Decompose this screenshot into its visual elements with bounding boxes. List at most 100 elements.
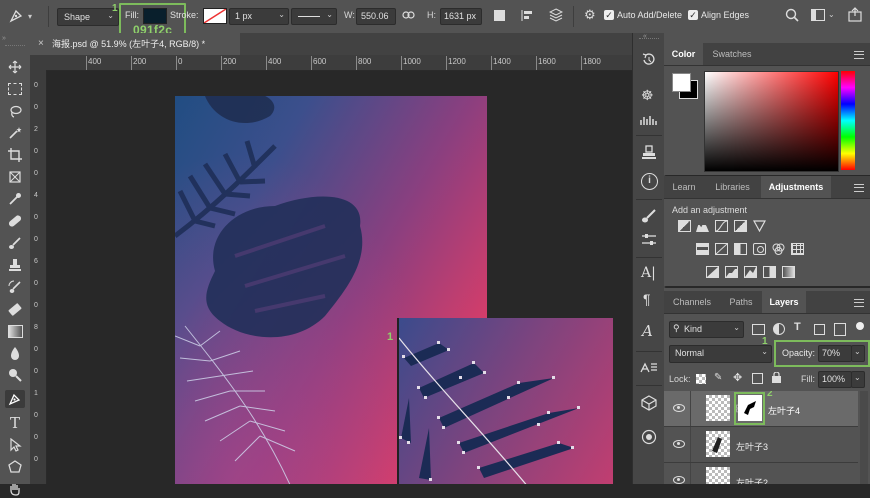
photo-filter-icon[interactable] xyxy=(753,243,766,255)
lock-image-pixels-icon[interactable]: ✎ xyxy=(714,372,722,383)
height-input[interactable]: 1631 px xyxy=(440,8,482,25)
blend-mode-select[interactable]: Normal ⌄ xyxy=(669,345,772,363)
posterize-icon[interactable] xyxy=(725,266,738,278)
tab-adjustments[interactable]: Adjustments xyxy=(761,176,831,198)
healing-brush-tool-icon[interactable] xyxy=(5,212,25,230)
gradient-tool-icon[interactable] xyxy=(5,322,25,340)
filter-shape-icon[interactable] xyxy=(814,324,825,335)
layer-filter-kind-select[interactable]: ⚲ Kind ⌄ xyxy=(669,321,744,338)
brush-settings-panel-icon[interactable] xyxy=(641,208,657,224)
tab-learn[interactable]: Learn xyxy=(664,176,704,198)
layer-row[interactable]: 左叶子2 xyxy=(664,463,858,484)
close-icon[interactable]: × xyxy=(38,33,44,55)
tab-layers[interactable]: Layers xyxy=(762,291,806,313)
pen-tool-icon[interactable] xyxy=(5,390,25,408)
color-balance-icon[interactable] xyxy=(715,243,728,255)
path-arrangement-icon[interactable] xyxy=(548,8,564,23)
levels-icon[interactable] xyxy=(696,222,709,232)
gradient-map-icon[interactable] xyxy=(782,266,795,278)
auto-add-delete-checkbox[interactable]: ✓ xyxy=(604,10,614,20)
filter-adjustment-icon[interactable] xyxy=(773,323,785,335)
color-lookup-icon[interactable] xyxy=(791,243,804,255)
materials-panel-icon[interactable] xyxy=(641,429,657,445)
panel-menu-icon[interactable] xyxy=(854,184,864,192)
link-icon[interactable] xyxy=(402,9,416,21)
panel-collapse-icon[interactable]: » xyxy=(2,35,6,42)
history-brush-tool-icon[interactable] xyxy=(5,278,25,296)
magic-wand-tool-icon[interactable] xyxy=(5,124,25,142)
pen-tool-icon[interactable] xyxy=(8,8,26,24)
tab-color[interactable]: Color xyxy=(664,43,703,65)
chevron-down-icon[interactable]: ⌄ xyxy=(828,10,835,19)
panel-menu-icon[interactable] xyxy=(854,299,864,307)
filter-smart-object-icon[interactable] xyxy=(834,323,846,336)
hand-tool-icon[interactable] xyxy=(5,480,25,498)
marquee-tool-icon[interactable] xyxy=(5,80,25,98)
info-panel-icon[interactable]: i xyxy=(641,173,658,190)
fill-opacity-input[interactable]: 100% xyxy=(818,371,852,388)
glyphs-panel-icon[interactable]: A xyxy=(642,322,653,340)
chevron-down-icon[interactable]: ▾ xyxy=(28,12,32,21)
exposure-icon[interactable] xyxy=(734,220,747,232)
black-white-icon[interactable] xyxy=(734,243,747,255)
lock-position-icon[interactable]: ✥ xyxy=(733,371,742,384)
clone-stamp-tool-icon[interactable] xyxy=(5,256,25,274)
tool-mode-select[interactable]: Shape ⌄ xyxy=(57,8,119,26)
align-edges-checkbox[interactable]: ✓ xyxy=(688,10,698,20)
tab-paths[interactable]: Paths xyxy=(721,291,761,313)
path-operations-icon[interactable] xyxy=(494,10,505,21)
clone-source-panel-icon[interactable] xyxy=(641,145,657,161)
libraries-panel-icon[interactable] xyxy=(640,361,658,373)
visibility-eye-icon[interactable] xyxy=(673,404,685,412)
brush-tool-icon[interactable] xyxy=(5,234,25,252)
curves-icon[interactable] xyxy=(715,220,728,232)
paragraph-panel-icon[interactable]: ¶ xyxy=(643,291,651,307)
lock-transparent-pixels-icon[interactable] xyxy=(696,374,706,384)
layer-row[interactable]: ⛓ 2 左叶子4 xyxy=(664,391,858,427)
lock-artboard-icon[interactable] xyxy=(752,373,763,384)
tab-swatches[interactable]: Swatches xyxy=(704,43,760,65)
document-tab[interactable]: × 海报.psd @ 51.9% (左叶子4, RGB/8) * xyxy=(30,33,240,55)
hue-saturation-icon[interactable] xyxy=(696,243,709,255)
path-alignment-icon[interactable] xyxy=(521,9,535,22)
vibrance-icon[interactable] xyxy=(753,220,766,232)
history-panel-icon[interactable] xyxy=(641,52,657,68)
opacity-dropdown-button[interactable]: ⌄ xyxy=(851,345,865,362)
filter-toggle-icon[interactable] xyxy=(856,322,864,330)
3d-panel-icon[interactable] xyxy=(641,395,657,411)
move-tool-icon[interactable] xyxy=(5,58,25,76)
visibility-eye-icon[interactable] xyxy=(673,440,685,448)
tab-channels[interactable]: Channels xyxy=(664,291,720,313)
opacity-input[interactable]: 70% xyxy=(818,345,852,362)
filter-pixel-icon[interactable] xyxy=(752,324,765,335)
frame-tool-icon[interactable] xyxy=(5,168,25,186)
color-spectrum-field[interactable] xyxy=(704,71,839,172)
actions-panel-icon[interactable]: ☸ xyxy=(641,87,654,104)
layer-row[interactable]: 左叶子3 xyxy=(664,427,858,463)
gear-icon[interactable]: ⚙ xyxy=(584,8,596,22)
fill-color-swatch[interactable] xyxy=(143,8,167,24)
eyedropper-tool-icon[interactable] xyxy=(5,190,25,208)
panel-menu-icon[interactable] xyxy=(854,51,864,59)
selective-color-icon[interactable] xyxy=(763,266,776,278)
filter-type-icon[interactable]: T xyxy=(794,321,801,333)
lasso-tool-icon[interactable] xyxy=(5,102,25,120)
properties-panel-icon[interactable] xyxy=(641,233,657,247)
brightness-contrast-icon[interactable] xyxy=(678,220,691,232)
crop-tool-icon[interactable] xyxy=(5,146,25,164)
stroke-width-select[interactable]: 1 px ⌄ xyxy=(229,8,289,25)
stroke-type-select[interactable]: ⌄ xyxy=(291,8,337,25)
layer-mask-thumbnail[interactable] xyxy=(738,395,762,421)
hue-slider[interactable] xyxy=(841,71,855,170)
eraser-tool-icon[interactable] xyxy=(5,300,25,318)
threshold-icon[interactable] xyxy=(744,266,757,278)
brushes-panel-icon[interactable] xyxy=(640,114,658,126)
path-selection-tool-icon[interactable] xyxy=(5,436,25,454)
visibility-eye-icon[interactable] xyxy=(673,476,685,484)
fill-dropdown-button[interactable]: ⌄ xyxy=(851,371,865,388)
dodge-tool-icon[interactable] xyxy=(5,366,25,384)
character-panel-icon[interactable]: A| xyxy=(641,265,656,281)
share-icon[interactable] xyxy=(848,7,862,22)
search-icon[interactable] xyxy=(785,8,799,22)
foreground-color-swatch[interactable] xyxy=(672,73,691,92)
